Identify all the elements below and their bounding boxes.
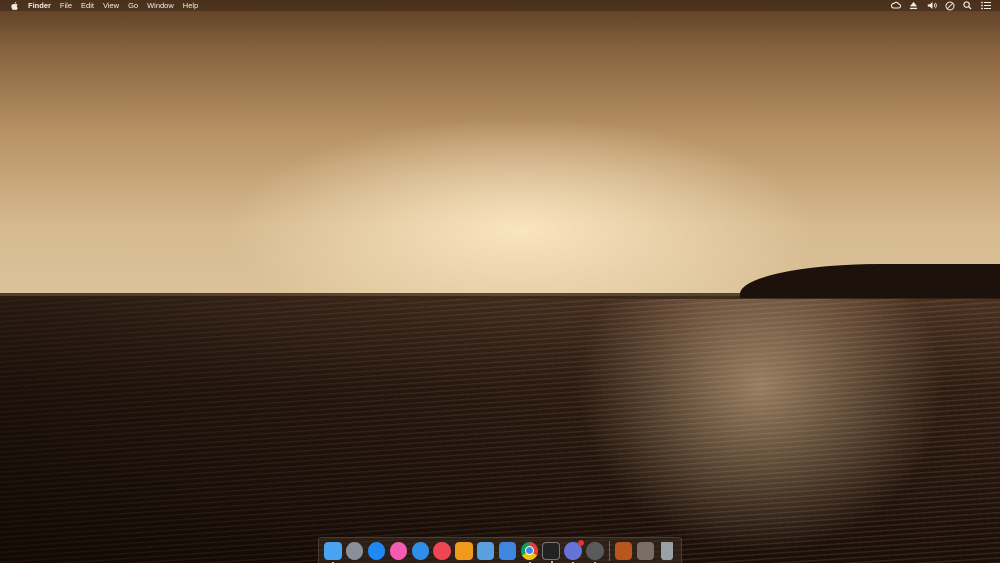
menu-extras — [890, 0, 991, 11]
dock — [318, 537, 682, 563]
wallpaper-shade — [0, 296, 1000, 563]
desktop: Finder File Edit View Go Window Help — [0, 0, 1000, 563]
wallpaper-sky — [0, 0, 1000, 300]
dock-separator — [608, 540, 610, 561]
eject-icon[interactable] — [909, 1, 918, 10]
dock-safari-icon[interactable] — [411, 541, 429, 560]
do-not-disturb-icon[interactable] — [945, 1, 955, 11]
dock-discord-icon[interactable] — [564, 539, 584, 563]
chrome-center-icon — [524, 546, 534, 555]
notification-center-icon[interactable] — [981, 1, 991, 10]
dock-launchpad-icon[interactable] — [346, 541, 364, 560]
dock-itunes-icon[interactable] — [389, 541, 408, 560]
dock-chrome-icon[interactable] — [520, 541, 539, 563]
dock-downloads-stack-icon[interactable] — [614, 541, 633, 560]
dock-xcode-icon[interactable] — [498, 541, 517, 560]
dock-documents-stack-icon[interactable] — [636, 541, 655, 560]
search-icon[interactable] — [963, 1, 972, 10]
menu-app-name[interactable]: Finder — [28, 1, 51, 10]
dock-terminal-icon[interactable] — [542, 541, 560, 563]
dock-app-store-icon[interactable] — [367, 541, 386, 560]
menu-file[interactable]: File — [60, 1, 72, 10]
dock-finder-icon[interactable] — [324, 541, 342, 563]
menu-help[interactable]: Help — [183, 1, 198, 10]
volume-icon[interactable] — [927, 1, 937, 10]
creative-cloud-icon[interactable] — [890, 1, 902, 10]
menu-view[interactable]: View — [103, 1, 119, 10]
dock-news-icon[interactable] — [433, 541, 451, 560]
apple-menu-icon[interactable] — [11, 1, 18, 10]
notification-badge — [577, 539, 584, 546]
menu-edit[interactable]: Edit — [81, 1, 94, 10]
running-indicator — [551, 560, 554, 563]
dock-sublime-text-icon[interactable] — [455, 541, 473, 560]
dock-trash-icon[interactable] — [661, 541, 674, 560]
menu-window[interactable]: Window — [147, 1, 174, 10]
menu-bar: Finder File Edit View Go Window Help — [0, 0, 1000, 11]
dock-xcode-helper-icon[interactable] — [476, 541, 495, 560]
menu-go[interactable]: Go — [128, 1, 138, 10]
dock-automator-icon[interactable] — [586, 541, 604, 563]
